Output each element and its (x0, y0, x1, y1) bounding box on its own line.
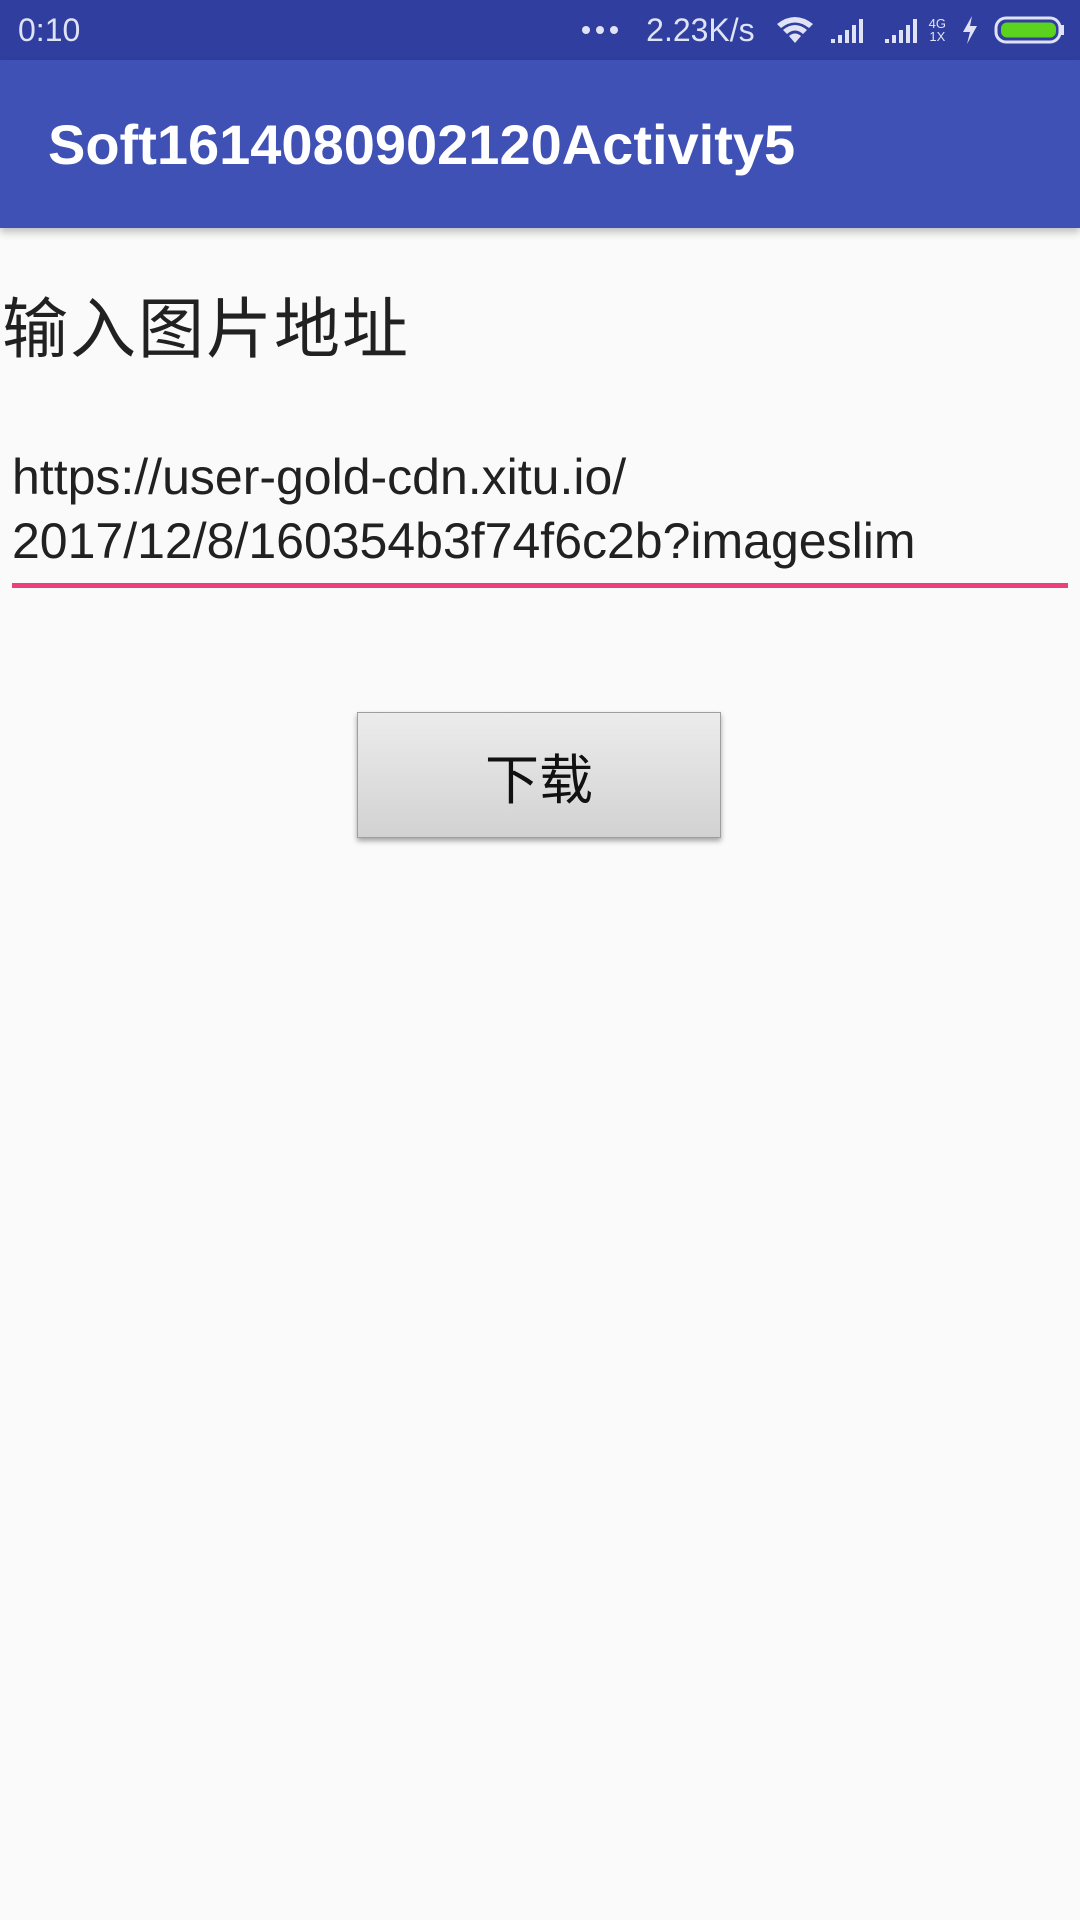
network-type-label: 4G 1X (929, 17, 946, 43)
status-time: 0:10 (18, 12, 81, 48)
status-bar: 0:10 2.23K/s 4G 1X (0, 0, 1080, 60)
charging-bolt-icon (963, 16, 977, 44)
more-dots-icon (582, 26, 619, 34)
battery-icon (994, 16, 1064, 44)
download-button[interactable]: 下载 (357, 712, 721, 838)
app-bar: Soft1614080902120Activity5 (0, 60, 1080, 228)
status-icons: 2.23K/s 4G 1X (582, 0, 1066, 60)
signal-icon (830, 19, 863, 43)
network-sub: 1X (929, 29, 946, 44)
app-title: Soft1614080902120Activity5 (48, 113, 796, 176)
image-url-input[interactable]: https://user-gold-cdn.xitu.io/ 2017/12/8… (12, 445, 1068, 573)
image-url-label: 输入图片地址 (2, 291, 410, 368)
wifi-icon (776, 17, 813, 43)
network-speed: 2.23K/s (646, 12, 755, 48)
url-input-underline (12, 583, 1068, 588)
signal-4g-icon (884, 19, 917, 43)
